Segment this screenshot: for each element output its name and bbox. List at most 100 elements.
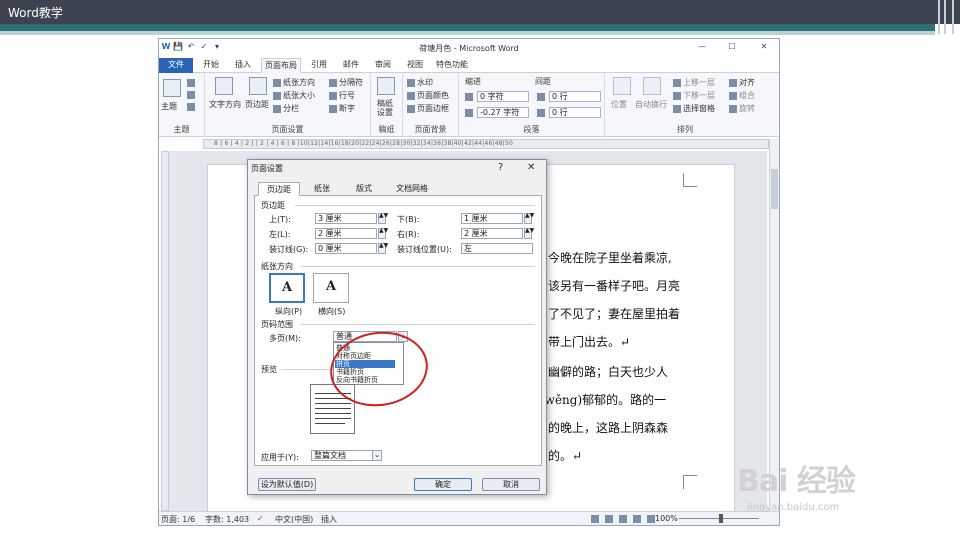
bring-forward-button[interactable]: 上移一层 xyxy=(673,77,715,88)
theme-effects-icon[interactable] xyxy=(187,103,195,111)
horizontal-ruler[interactable]: 8 | 6 | 4 | 2 | | 2 | 4 | 6 | 8 |10|12|1… xyxy=(203,139,769,149)
line-numbers-button[interactable]: 行号 xyxy=(329,90,355,101)
dialog-close-button[interactable]: ✕ xyxy=(527,162,535,173)
tab-mailings[interactable]: 邮件 xyxy=(337,58,365,73)
cancel-button[interactable]: 取消 xyxy=(482,478,540,491)
tab-view[interactable]: 视图 xyxy=(401,58,429,73)
gutter-position-select[interactable]: 左 xyxy=(461,243,533,254)
status-word-count[interactable]: 字数: 1,403 xyxy=(205,514,249,525)
tab-review[interactable]: 审阅 xyxy=(369,58,397,73)
status-page[interactable]: 页面: 1/6 xyxy=(161,514,195,525)
bottom-margin-spinner[interactable]: ▲▼ xyxy=(524,213,534,224)
themes-icon[interactable] xyxy=(163,79,181,97)
margins-button[interactable]: 页边距 xyxy=(245,99,269,110)
tab-home[interactable]: 开始 xyxy=(197,58,225,73)
columns-button[interactable]: 分栏 xyxy=(273,103,299,114)
margins-section-title: 页边距 xyxy=(261,201,285,210)
rotate-button[interactable]: 旋转 xyxy=(729,103,755,114)
theme-fonts-icon[interactable] xyxy=(187,91,195,99)
scrollbar-thumb[interactable] xyxy=(771,169,778,209)
manuscript-icon[interactable] xyxy=(377,77,395,95)
portrait-label: 纵向(P) xyxy=(275,307,303,316)
top-margin-field[interactable]: 3 厘米 xyxy=(315,213,377,224)
apply-to-select[interactable]: 整篇文档 xyxy=(311,450,373,461)
ok-button[interactable]: 确定 xyxy=(414,478,472,491)
breaks-button[interactable]: 分隔符 xyxy=(329,77,363,88)
tab-special-features[interactable]: 特色功能 xyxy=(433,58,471,73)
orientation-button[interactable]: 纸张方向 xyxy=(273,77,315,88)
landscape-option[interactable]: A xyxy=(313,273,349,303)
text-direction-button[interactable]: 文字方向 xyxy=(209,99,241,110)
apply-to-label: 应用于(Y): xyxy=(261,453,299,462)
minimize-button[interactable]: — xyxy=(697,42,707,52)
close-button[interactable]: ✕ xyxy=(759,42,769,52)
indent-right-field[interactable]: -0.27 字符 xyxy=(477,107,529,118)
spacing-after-field[interactable]: 0 行 xyxy=(549,107,601,118)
paragraph-group: 缩进 间距 0 字符 -0.27 字符 0 行 0 行 段落 xyxy=(459,73,605,137)
hyphenation-button[interactable]: 断字 xyxy=(329,103,355,114)
wrap-text-button[interactable]: 自动换行 xyxy=(635,99,667,110)
margins-icon[interactable] xyxy=(249,77,267,95)
send-backward-button[interactable]: 下移一层 xyxy=(673,90,715,101)
indent-right-icon xyxy=(465,109,473,117)
proofing-icon[interactable]: ✓ xyxy=(257,514,264,523)
tab-insert[interactable]: 插入 xyxy=(229,58,257,73)
maximize-button[interactable]: ☐ xyxy=(727,42,737,52)
manuscript-settings-button[interactable]: 稿纸设置 xyxy=(377,99,397,117)
page-borders-button[interactable]: 页面边框 xyxy=(407,103,449,114)
text-direction-icon[interactable] xyxy=(215,77,233,95)
tab-document-grid[interactable]: 文档网格 xyxy=(388,182,436,196)
selection-pane-button[interactable]: 选择窗格 xyxy=(673,103,715,114)
outline-icon[interactable] xyxy=(633,515,641,523)
zoom-level[interactable]: 100% xyxy=(655,514,678,523)
arrange-group: 位置 自动换行 上移一层 下移一层 选择窗格 对齐 组合 旋转 排列 xyxy=(605,73,765,137)
chevron-down-icon[interactable]: ⌄ xyxy=(372,450,382,461)
position-button[interactable]: 位置 xyxy=(611,99,627,110)
dialog-help-button[interactable]: ? xyxy=(498,162,503,173)
print-layout-icon[interactable] xyxy=(591,515,599,523)
tab-paper[interactable]: 纸张 xyxy=(302,182,342,196)
themes-button[interactable]: 主题 xyxy=(161,101,177,112)
vertical-ruler[interactable] xyxy=(161,151,169,511)
full-screen-reading-icon[interactable] xyxy=(605,515,613,523)
position-icon[interactable] xyxy=(613,77,631,95)
group-button[interactable]: 组合 xyxy=(729,90,755,101)
right-margin-field[interactable]: 2 厘米 xyxy=(461,228,523,239)
gutter-spinner[interactable]: ▲▼ xyxy=(378,243,388,254)
size-button[interactable]: 纸张大小 xyxy=(273,90,315,101)
arrange-group-label: 排列 xyxy=(677,125,693,134)
tab-references[interactable]: 引用 xyxy=(305,58,333,73)
portrait-option[interactable]: A xyxy=(269,273,305,303)
slide-header: Word教学 xyxy=(0,0,960,24)
tab-file[interactable]: 文件 xyxy=(159,58,193,73)
indent-left-field[interactable]: 0 字符 xyxy=(477,91,529,102)
status-language[interactable]: 中文(中国) xyxy=(275,514,313,525)
left-margin-label: 左(L): xyxy=(269,230,291,239)
zoom-slider-handle[interactable] xyxy=(719,514,723,523)
slide-accent-bar-light xyxy=(0,31,935,35)
wrap-text-icon[interactable] xyxy=(643,77,661,95)
tab-page-layout[interactable]: 页面布局 xyxy=(261,58,301,73)
right-margin-label: 右(R): xyxy=(397,230,420,239)
preview-section-title: 预览 xyxy=(261,365,277,374)
divider xyxy=(301,266,535,267)
spacing-before-field[interactable]: 0 行 xyxy=(549,91,601,102)
left-margin-spinner[interactable]: ▲▼ xyxy=(378,228,388,239)
watermark-button[interactable]: 水印 xyxy=(407,77,433,88)
web-layout-icon[interactable] xyxy=(619,515,627,523)
status-insert-mode[interactable]: 插入 xyxy=(321,514,337,525)
align-button[interactable]: 对齐 xyxy=(729,77,755,88)
tab-margins[interactable]: 页边距 xyxy=(258,182,300,196)
left-margin-field[interactable]: 2 厘米 xyxy=(315,228,377,239)
set-default-button[interactable]: 设为默认值(D) xyxy=(258,478,316,491)
hyphenation-label: 断字 xyxy=(339,104,355,113)
tab-layout[interactable]: 版式 xyxy=(344,182,384,196)
page-color-button[interactable]: 页面颜色 xyxy=(407,90,449,101)
top-margin-spinner[interactable]: ▲▼ xyxy=(378,213,388,224)
gutter-field[interactable]: 0 厘米 xyxy=(315,243,377,254)
landscape-label: 横向(S) xyxy=(318,307,346,316)
right-margin-spinner[interactable]: ▲▼ xyxy=(524,228,534,239)
theme-colors-icon[interactable] xyxy=(187,79,195,87)
draft-icon[interactable] xyxy=(647,515,655,523)
bottom-margin-field[interactable]: 1 厘米 xyxy=(461,213,523,224)
